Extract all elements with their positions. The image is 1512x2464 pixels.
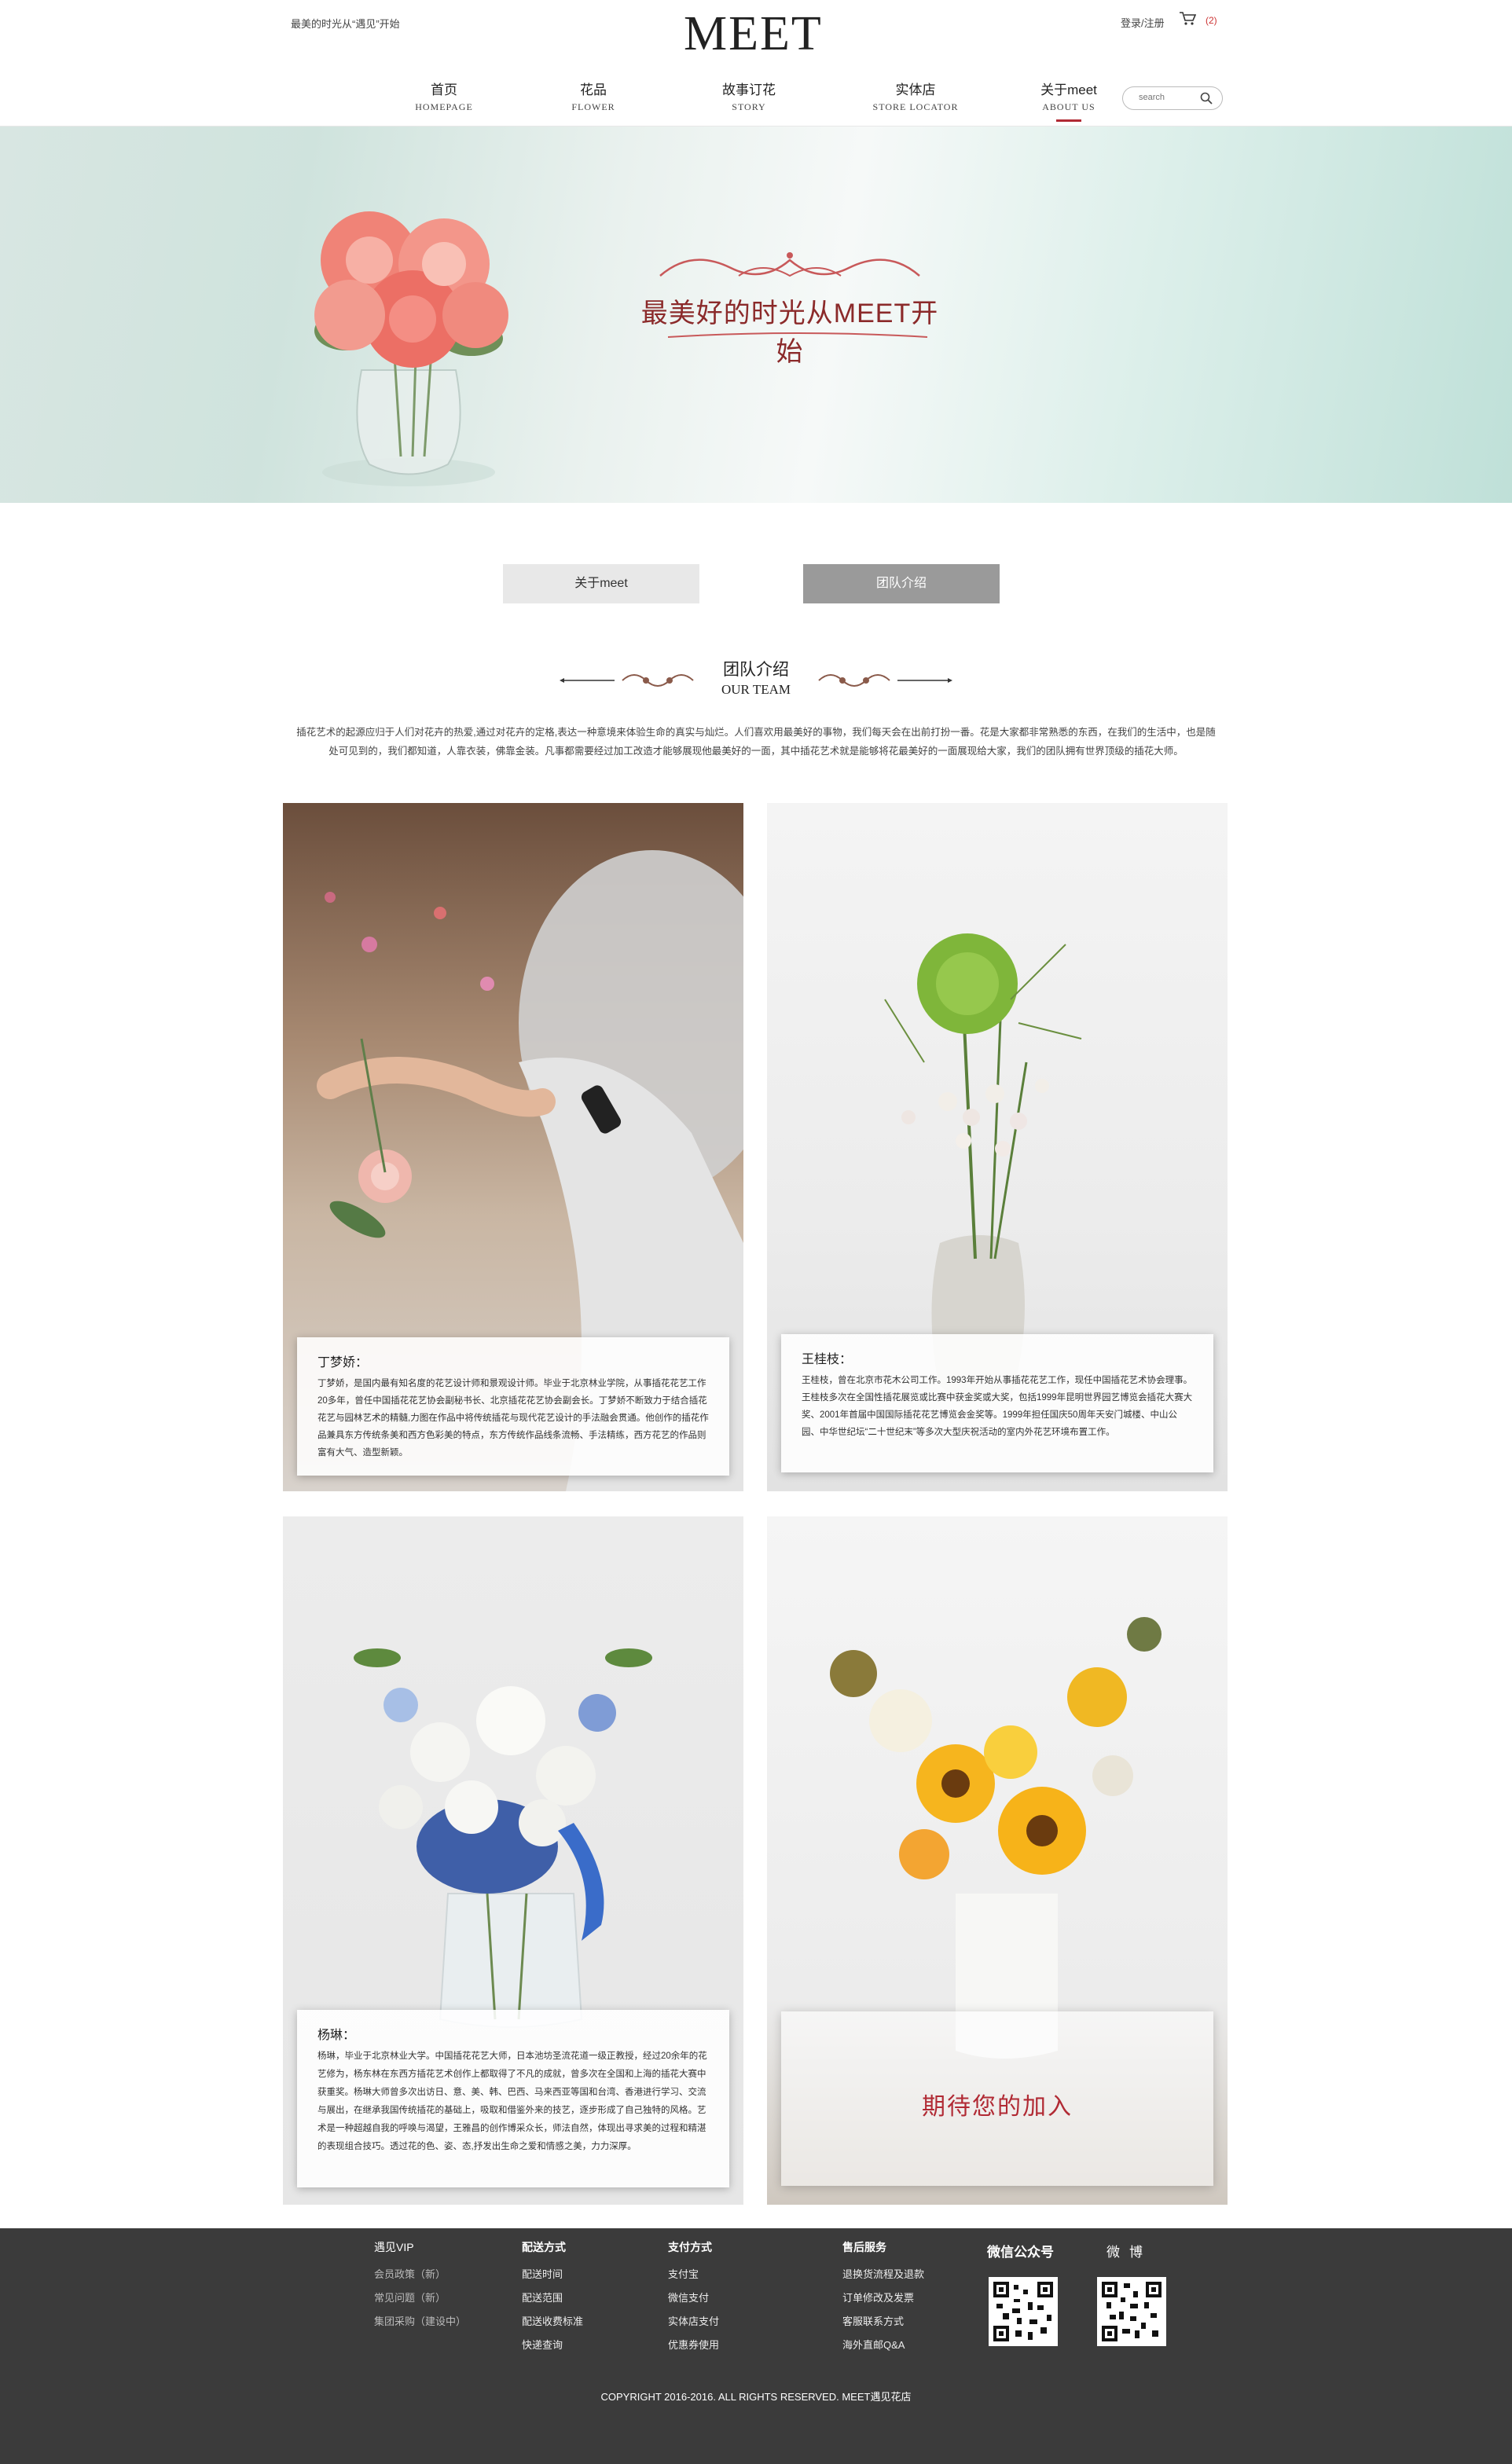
- copyright: COPYRIGHT 2016-2016. ALL RIGHTS RESERVED…: [600, 2391, 912, 2403]
- ornament-left: [560, 674, 694, 687]
- ornament-flourish: [659, 252, 920, 277]
- footer-col-payment: 支付方式 支付宝 微信支付 实体店支付 优惠券使用: [668, 2239, 719, 2357]
- nav-label: 故事订花: [722, 82, 776, 97]
- footer-link[interactable]: 支付宝: [668, 2263, 719, 2286]
- footer-col-title: 配送方式: [522, 2241, 566, 2253]
- team-intro-text: 插花艺术的起源应归于人们对花卉的热爱,通过对花卉的定格,表达一种意境来体验生命的…: [296, 727, 1216, 757]
- nav-label: 关于meet: [1040, 82, 1097, 97]
- cart-icon[interactable]: [1179, 11, 1197, 31]
- peony-vase-image: [314, 211, 508, 486]
- join-text: 期待您的加入: [922, 2094, 1073, 2120]
- weibo-title: 微博: [1106, 2245, 1152, 2260]
- footer-link[interactable]: 常见问题（新）: [374, 2286, 466, 2310]
- member-name: 丁梦娇：: [317, 1356, 369, 1370]
- page: 最美的时光从“遇见”开始 MEET 登录/注册 (2) 首页 HOMEPAGE …: [0, 0, 1512, 2464]
- nav-about-us[interactable]: 关于meet ABOUT US: [1022, 79, 1116, 122]
- search-box[interactable]: [1122, 86, 1223, 110]
- nav-label: 首页: [431, 82, 457, 97]
- footer-link[interactable]: 配送收费标准: [522, 2310, 583, 2334]
- footer-link[interactable]: 订单修改及发票: [842, 2286, 924, 2310]
- footer-link[interactable]: 退换货流程及退款: [842, 2263, 924, 2286]
- footer-link[interactable]: 海外直邮Q&A: [842, 2334, 924, 2357]
- footer-col-delivery: 配送方式 配送时间 配送范围 配送收费标准 快递查询: [522, 2239, 583, 2357]
- cart-count: (2): [1206, 15, 1217, 26]
- footer-col-title: 遇见VIP: [374, 2241, 414, 2253]
- footer-col-title: 售后服务: [842, 2241, 886, 2253]
- nav-homepage[interactable]: 首页 HOMEPAGE: [397, 79, 491, 113]
- header-tagline: 最美的时光从“遇见”开始: [291, 18, 400, 30]
- nav-label-en: STORY: [732, 101, 766, 112]
- tab-about-meet[interactable]: 关于meet: [503, 564, 699, 603]
- member-desc: 丁梦娇，是国内最有知名度的花艺设计师和景观设计师。毕业于北京林业学院，从事插花花…: [317, 1379, 709, 1458]
- banner-underline: [667, 332, 928, 338]
- banner-title: 最美好的时光从MEET开始: [640, 299, 939, 367]
- team-card-1: 丁梦娇： 丁梦娇，是国内最有知名度的花艺设计师和景观设计师。毕业于北京林业学院，…: [283, 803, 743, 1491]
- search-input[interactable]: [1139, 87, 1208, 108]
- logo[interactable]: MEET: [684, 6, 823, 62]
- member-name: 王桂枝：: [802, 1353, 853, 1366]
- team-card-2: 王桂枝： 王桂枝，曾在北京市花木公司工作。1993年开始从事插花花艺工作，现任中…: [767, 803, 1228, 1491]
- wechat-qr-code: [989, 2277, 1058, 2346]
- hero-banner: 最美好的时光从MEET开始: [0, 126, 1512, 503]
- nav-label-en: HOMEPAGE: [415, 101, 473, 112]
- footer-col-vip: 遇见VIP 会员政策（新） 常见问题（新） 集团采购（建设中）: [374, 2239, 466, 2334]
- team-card-3: 杨琳： 杨琳，毕业于北京林业大学。中国插花花艺大师，日本池坊圣流花道一级正教授，…: [283, 1516, 743, 2205]
- section-subtitle: OUR TEAM: [721, 682, 791, 697]
- nav-active-underline: [1056, 119, 1081, 122]
- tab-team-intro[interactable]: 团队介绍: [803, 564, 1000, 603]
- join-card: 期待您的加入: [767, 1516, 1228, 2205]
- section-title: 团队介绍: [723, 661, 789, 679]
- nav-flower[interactable]: 花品 FLOWER: [546, 79, 640, 113]
- footer-link[interactable]: 会员政策（新）: [374, 2263, 466, 2286]
- join-box[interactable]: 期待您的加入: [781, 2011, 1213, 2186]
- login-register-link[interactable]: 登录/注册: [1121, 15, 1165, 30]
- member-info-box: 杨琳： 杨琳，毕业于北京林业大学。中国插花花艺大师，日本池坊圣流花道一级正教授，…: [297, 2010, 729, 2187]
- footer-link[interactable]: 配送时间: [522, 2263, 583, 2286]
- search-icon[interactable]: [1200, 92, 1213, 108]
- nav-label-en: FLOWER: [571, 101, 615, 112]
- nav-story[interactable]: 故事订花 STORY: [702, 79, 796, 113]
- nav-label: 花品: [580, 82, 607, 97]
- member-desc: 杨琳，毕业于北京林业大学。中国插花花艺大师，日本池坊圣流花道一级正教授，经过20…: [317, 2052, 707, 2151]
- footer-col-service: 售后服务 退换货流程及退款 订单修改及发票 客服联系方式 海外直邮Q&A: [842, 2239, 924, 2357]
- footer-link[interactable]: 配送范围: [522, 2286, 583, 2310]
- member-info-box: 王桂枝： 王桂枝，曾在北京市花木公司工作。1993年开始从事插花花艺工作，现任中…: [781, 1334, 1213, 1472]
- footer-link[interactable]: 优惠券使用: [668, 2334, 719, 2357]
- footer-col-title: 支付方式: [668, 2241, 712, 2253]
- nav-label-en: ABOUT US: [1042, 101, 1095, 112]
- wechat-title: 微信公众号: [987, 2245, 1054, 2260]
- nav-label-en: STORE LOCATOR: [872, 101, 959, 112]
- footer-link[interactable]: 微信支付: [668, 2286, 719, 2310]
- footer-link[interactable]: 快递查询: [522, 2334, 583, 2357]
- nav-label: 实体店: [895, 82, 936, 97]
- member-info-box: 丁梦娇： 丁梦娇，是国内最有知名度的花艺设计师和景观设计师。毕业于北京林业学院，…: [297, 1337, 729, 1476]
- ornament-right: [818, 674, 952, 687]
- nav-store-locator[interactable]: 实体店 STORE LOCATOR: [857, 79, 974, 113]
- member-name: 杨琳：: [317, 2029, 356, 2042]
- footer: [0, 2228, 1512, 2464]
- footer-link[interactable]: 实体店支付: [668, 2310, 719, 2334]
- footer-link[interactable]: 客服联系方式: [842, 2310, 924, 2334]
- weibo-qr-code: [1097, 2277, 1166, 2346]
- footer-link[interactable]: 集团采购（建设中）: [374, 2310, 466, 2334]
- member-desc: 王桂枝，曾在北京市花木公司工作。1993年开始从事插花花艺工作，现任中国插花艺术…: [802, 1376, 1193, 1437]
